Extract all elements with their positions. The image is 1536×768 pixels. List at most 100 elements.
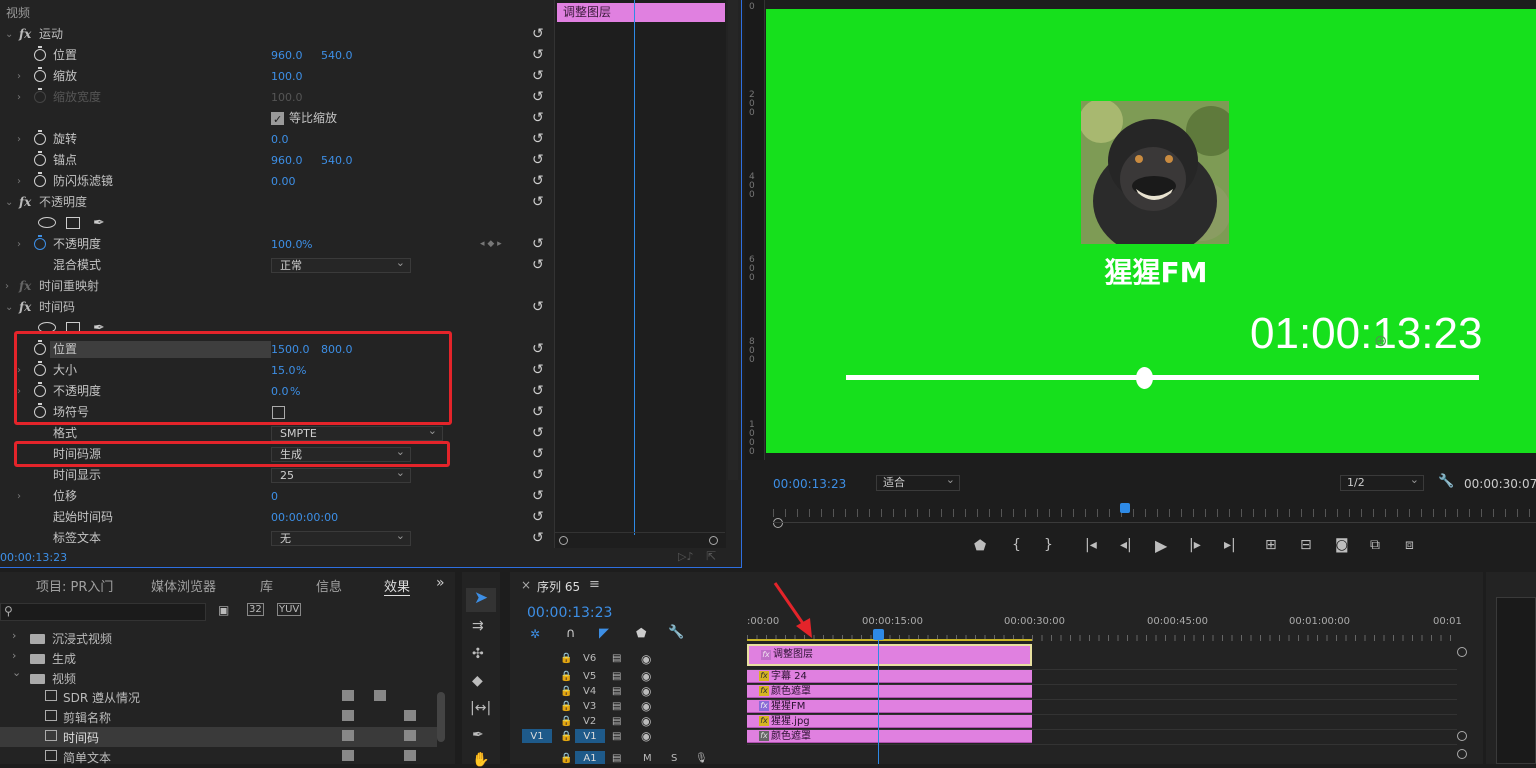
effects-current-time[interactable]: 00:00:13:23 (0, 551, 67, 564)
mic-icon[interactable]: 🎙 (695, 751, 708, 764)
chevron-down-icon[interactable]: ⌄ (12, 666, 21, 679)
chevron-right-icon[interactable]: › (17, 486, 21, 507)
tab-library[interactable]: 库 (260, 576, 273, 595)
timeline-ruler[interactable]: :00:00 00:00:15:00 00:00:30:00 00:00:45:… (747, 614, 1462, 642)
clip-adjustment-layer[interactable]: fx 调整图层 (747, 644, 1032, 666)
scroll-handle-right[interactable] (709, 536, 718, 545)
reset-icon[interactable]: ↺ (532, 234, 544, 255)
rectangle-mask-icon[interactable] (66, 217, 80, 229)
eye-icon[interactable]: ◉ (641, 729, 651, 744)
sync-lock-icon[interactable]: ▤ (612, 649, 621, 669)
compare-icon[interactable]: ⧉ (1370, 537, 1380, 553)
audio-play-icon[interactable]: ▷♪ (678, 550, 693, 563)
reset-icon[interactable]: ↺ (532, 507, 544, 528)
camera-icon[interactable]: ◙ (1335, 537, 1349, 553)
stopwatch-icon[interactable] (34, 172, 46, 187)
stopwatch-icon[interactable] (34, 151, 46, 166)
uniform-scale-checkbox[interactable] (271, 109, 284, 130)
video-frame[interactable]: 猩猩FM 01:00:13:23 ⊕ (766, 9, 1536, 453)
reset-icon[interactable]: ↺ (532, 486, 544, 507)
timeline-current-time[interactable]: 00:00:13:23 (527, 605, 612, 621)
linked-selection-icon[interactable]: ◤ (599, 626, 609, 641)
reset-icon[interactable]: ↺ (532, 465, 544, 486)
timeline-playhead-head[interactable] (873, 629, 884, 640)
reset-icon[interactable]: ↺ (532, 24, 544, 45)
track-header-v3[interactable]: 🔒 V3 ▤ ◉ (510, 699, 747, 714)
ripple-edit-tool-icon[interactable]: ✣ (472, 646, 484, 662)
tree-item-effect[interactable]: SDR 遵从情况 (0, 687, 437, 707)
mute-button[interactable]: M (643, 751, 652, 764)
wrench-icon[interactable]: 🔧 (1438, 474, 1454, 489)
reset-icon[interactable]: ↺ (532, 255, 544, 276)
keyframe-area[interactable]: 调整图层 (554, 0, 726, 548)
tab-effects[interactable]: 效果 (384, 576, 411, 596)
slip-tool-icon[interactable]: |↔| (470, 700, 491, 716)
chevron-right-icon[interactable]: › (12, 649, 16, 662)
scale-value[interactable]: 100.0 (271, 66, 303, 87)
nest-icon[interactable]: ✲ (530, 627, 540, 641)
stopwatch-icon[interactable] (34, 235, 46, 250)
lock-icon[interactable]: 🔒 (560, 669, 572, 684)
tab-project[interactable]: 项目: PR入门 (36, 576, 113, 595)
hand-tool-icon[interactable]: ✋ (472, 752, 489, 768)
sync-lock-icon[interactable]: ▤ (612, 669, 621, 684)
reset-icon[interactable]: ↺ (532, 171, 544, 192)
clip-color-matte-v1[interactable]: fx 颜色遮罩 (747, 730, 1032, 743)
lock-icon[interactable]: 🔒 (560, 699, 572, 714)
blend-mode-dropdown[interactable]: 正常 (271, 256, 411, 273)
step-back-icon[interactable]: ◂| (1120, 537, 1132, 553)
scroll-handle-left[interactable] (559, 536, 568, 545)
reset-icon[interactable]: ↺ (532, 150, 544, 171)
accelerated-effects-icon[interactable]: ▣ (218, 603, 229, 617)
fit-dropdown[interactable]: 适合 ⌄ (876, 473, 960, 491)
yuv-effects-icon[interactable]: YUV (277, 603, 302, 616)
position-y-value[interactable]: 540.0 (321, 45, 353, 66)
effects-search-input[interactable]: ⚲ (0, 603, 206, 621)
track-target-a1[interactable]: A1 (575, 751, 605, 764)
pen-mask-icon[interactable]: ✒ (93, 213, 105, 234)
solo-button[interactable]: S (671, 751, 677, 764)
vscroll-handle-top[interactable] (1457, 647, 1467, 657)
export-icon[interactable]: ⇱ (706, 549, 716, 563)
source-patch-v1[interactable]: V1 (522, 729, 552, 743)
chevron-down-icon[interactable]: ⌄ (5, 192, 13, 213)
chevron-right-icon[interactable]: › (17, 66, 21, 87)
go-to-in-icon[interactable]: |◂ (1085, 537, 1097, 553)
chevron-right-icon[interactable]: › (17, 234, 21, 255)
fx-icon[interactable]: fx (19, 297, 31, 318)
tree-item-effect[interactable]: 简单文本 (0, 747, 437, 764)
snap-icon[interactable]: ∩ (566, 626, 576, 641)
chevron-right-icon[interactable]: › (12, 629, 16, 642)
monitor-time-ruler[interactable] (773, 509, 1536, 517)
keyframe-nav-icon[interactable]: ◂ ◆ ▸ (480, 234, 502, 255)
razor-tool-icon[interactable]: ◆ (472, 673, 483, 689)
fx-icon[interactable]: fx (19, 192, 31, 213)
eye-icon[interactable]: ◉ (641, 714, 651, 729)
time-display-dropdown[interactable]: 25 (271, 466, 411, 483)
reset-icon[interactable]: ↺ (532, 87, 544, 108)
effect-timecode[interactable]: ⌄ fx 时间码 ↺ (0, 297, 552, 318)
track-select-tool-icon[interactable]: ⇉ (472, 618, 484, 634)
effect-opacity[interactable]: ⌄ fx 不透明度 ↺ (0, 192, 552, 213)
effect-time-remap[interactable]: › fx 时间重映射 (0, 276, 552, 297)
multi-icon[interactable]: ⧈ (1405, 537, 1414, 553)
rotation-value[interactable]: 0.0 (271, 129, 289, 150)
close-tab-icon[interactable]: × (521, 578, 531, 592)
track-target-v1[interactable]: V1 (575, 729, 605, 743)
sync-lock-icon[interactable]: ▤ (612, 699, 621, 714)
mark-in-icon[interactable]: { (1012, 537, 1021, 553)
sync-lock-icon[interactable]: ▤ (612, 684, 621, 699)
stopwatch-icon[interactable] (34, 67, 46, 82)
reset-icon[interactable]: ↺ (532, 402, 544, 423)
track-header-v5[interactable]: 🔒 V5 ▤ ◉ (510, 669, 747, 684)
reset-icon[interactable]: ↺ (532, 381, 544, 402)
extract-icon[interactable]: ⊟ (1300, 537, 1312, 553)
anchor-x-value[interactable]: 960.0 (271, 150, 303, 171)
sync-lock-icon[interactable]: ▤ (612, 729, 621, 744)
fx-icon[interactable]: fx (19, 24, 31, 45)
tag-text-dropdown[interactable]: 无 (271, 529, 411, 546)
lock-icon[interactable]: 🔒 (560, 729, 572, 744)
clip-image[interactable]: fx 猩猩.jpg (747, 715, 1032, 728)
tc-start-value[interactable]: 00:00:00:00 (271, 507, 338, 528)
chevron-down-icon[interactable]: ⌄ (5, 297, 13, 318)
